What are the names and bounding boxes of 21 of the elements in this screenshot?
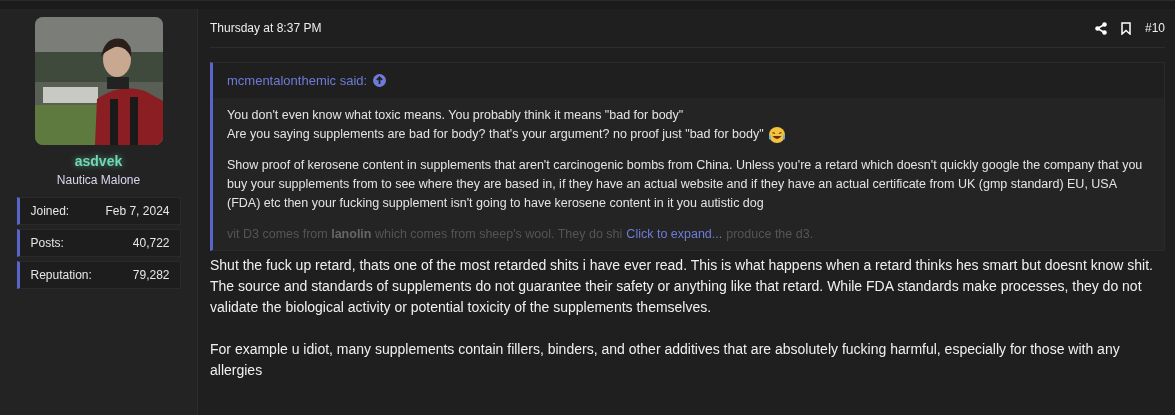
stat-value: 40,722 (132, 236, 170, 250)
bookmark-icon[interactable] (1120, 21, 1131, 35)
share-icon[interactable] (1094, 21, 1107, 35)
stat-value: 79,282 (132, 268, 170, 282)
quote-text: Are you saying supplements are bad for body? that's your argument? no proof just "bad for body" (227, 126, 764, 143)
username[interactable]: asdvek (74, 153, 123, 169)
user-title: Nautica Malone (56, 173, 141, 187)
stat-label: Joined: (30, 204, 70, 218)
post-number[interactable]: #10 (1144, 21, 1165, 35)
quote-text: Show proof of kerosene content in supplements that aren't carcinogenic bombs from China. Unless you're a retard which doesn't quickly google the company that you buy your supplements from to see where they are based in, if they have an actual website and if they have an actual certificate from UK (gmp standard) EU, USA (FDA) etc then your fucking supplement isn't going to have kerosene content in it you autistic dog (227, 157, 1144, 212)
laughing-emoji-icon (767, 125, 786, 144)
post-text: For example u idiot, many supplements contain fillers, binders, and other additives that are absolutely fucking harmful, especially for those with any allergies (210, 340, 1121, 380)
quote-author[interactable]: mcmentalonthemic said: (227, 73, 368, 88)
expand-link[interactable]: Click to expand... (626, 225, 723, 244)
post-time[interactable]: Thursday at 8:37 PM (210, 21, 1081, 35)
post-text: Shut the fuck up retard, thats one of the most retarded shits i have ever read. This is what happens when a retard thinks hes smart but doesnt know shit. The source and standards of supplements do not guarantee their safety or anything like that retard. While FDA standards make processes, they do not validate the biological activity or potential toxicity of the supplements themselves. (210, 256, 1154, 317)
stat-label: Posts: (30, 236, 64, 250)
stat-value: Feb 7, 2024 (105, 204, 170, 218)
stat-label: Reputation: (30, 268, 92, 282)
quote-text: You don't even know what toxic means. You probably think it means "bad for body" (227, 107, 684, 124)
arrow-up-icon[interactable] (373, 74, 387, 87)
